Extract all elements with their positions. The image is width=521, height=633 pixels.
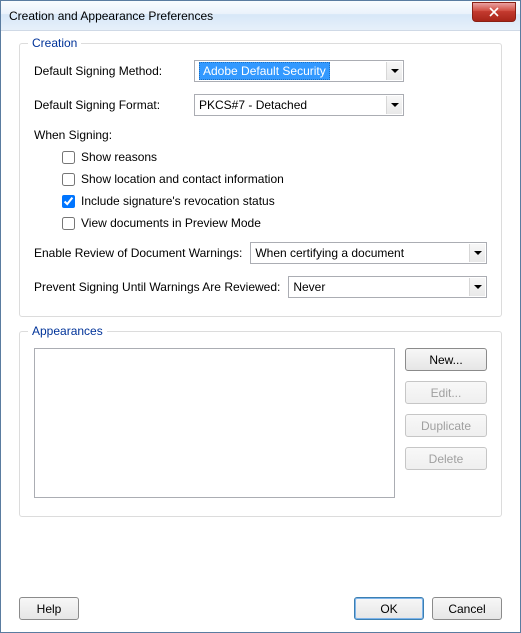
review-warnings-dropdown[interactable]: When certifying a document xyxy=(250,242,487,264)
window-title: Creation and Appearance Preferences xyxy=(9,9,472,23)
delete-button: Delete xyxy=(405,447,487,470)
include-revocation-checkbox[interactable] xyxy=(62,195,75,208)
close-button[interactable] xyxy=(472,2,516,22)
review-warnings-label: Enable Review of Document Warnings: xyxy=(34,246,242,260)
dialog-window: Creation and Appearance Preferences Crea… xyxy=(0,0,521,633)
appearances-buttons: New... Edit... Duplicate Delete xyxy=(405,348,487,498)
duplicate-button: Duplicate xyxy=(405,414,487,437)
prevent-signing-dropdown[interactable]: Never xyxy=(288,276,487,298)
signing-method-dropdown[interactable]: Adobe Default Security xyxy=(194,60,404,82)
cancel-button[interactable]: Cancel xyxy=(432,597,502,620)
show-location-label: Show location and contact information xyxy=(81,172,284,186)
chevron-down-icon xyxy=(469,278,485,296)
prevent-signing-value: Never xyxy=(293,280,325,294)
signing-format-dropdown[interactable]: PKCS#7 - Detached xyxy=(194,94,404,116)
dialog-footer: Help OK Cancel xyxy=(19,597,502,620)
appearances-group-title: Appearances xyxy=(28,324,107,338)
preview-mode-label: View documents in Preview Mode xyxy=(81,216,261,230)
review-warnings-value: When certifying a document xyxy=(255,246,404,260)
chevron-down-icon xyxy=(386,96,402,114)
help-button[interactable]: Help xyxy=(19,597,79,620)
signing-method-value: Adobe Default Security xyxy=(199,62,330,80)
when-signing-label: When Signing: xyxy=(34,128,487,142)
chevron-down-icon xyxy=(469,244,485,262)
show-reasons-label: Show reasons xyxy=(81,150,157,164)
close-icon xyxy=(489,7,499,17)
ok-button[interactable]: OK xyxy=(354,597,424,620)
chevron-down-icon xyxy=(386,62,402,80)
appearances-group: Appearances New... Edit... Duplicate Del… xyxy=(19,331,502,517)
new-button[interactable]: New... xyxy=(405,348,487,371)
preview-mode-checkbox[interactable] xyxy=(62,217,75,230)
edit-button: Edit... xyxy=(405,381,487,404)
signing-format-label: Default Signing Format: xyxy=(34,98,194,112)
signing-method-label: Default Signing Method: xyxy=(34,64,194,78)
include-revocation-label: Include signature's revocation status xyxy=(81,194,275,208)
content-area: Creation Default Signing Method: Adobe D… xyxy=(1,31,520,632)
prevent-signing-label: Prevent Signing Until Warnings Are Revie… xyxy=(34,280,280,294)
titlebar: Creation and Appearance Preferences xyxy=(1,1,520,31)
creation-group: Creation Default Signing Method: Adobe D… xyxy=(19,43,502,317)
show-reasons-checkbox[interactable] xyxy=(62,151,75,164)
signing-format-value: PKCS#7 - Detached xyxy=(199,98,307,112)
creation-group-title: Creation xyxy=(28,36,81,50)
show-location-checkbox[interactable] xyxy=(62,173,75,186)
appearances-listbox[interactable] xyxy=(34,348,395,498)
